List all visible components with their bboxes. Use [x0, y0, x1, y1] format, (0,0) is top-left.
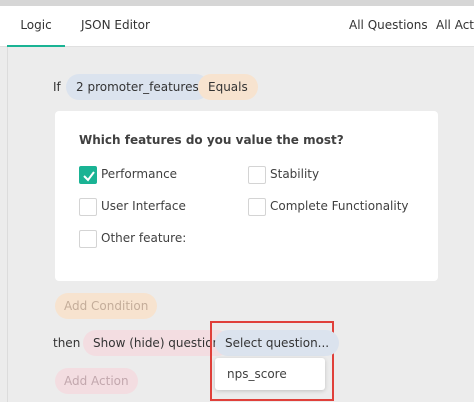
checkmark-icon — [83, 171, 95, 182]
option-label: Complete Functionality — [270, 199, 409, 213]
select-question-dropdown[interactable]: Select question... — [215, 330, 340, 356]
option-label: Other feature: — [101, 231, 187, 245]
checkbox-checked[interactable] — [79, 166, 97, 184]
dropdown-item-nps-score[interactable]: nps_score — [227, 367, 287, 381]
then-label: then — [53, 336, 81, 350]
tab-all-actions[interactable]: All Actio — [436, 6, 474, 47]
action-type-selector[interactable]: Show (hide) question — [83, 330, 231, 356]
condition-question-selector[interactable]: 2 promoter_features — [66, 74, 209, 100]
add-action-button[interactable]: Add Action — [55, 368, 138, 394]
tab-all-questions[interactable]: All Questions — [349, 6, 428, 47]
condition-operator-selector[interactable]: Equals — [198, 74, 258, 100]
question-preview-card: Which features do you value the most? Pe… — [55, 111, 438, 281]
dropdown-menu: nps_score — [215, 358, 325, 390]
if-label: If — [53, 80, 61, 94]
checkbox[interactable] — [79, 198, 97, 216]
checkbox[interactable] — [79, 230, 97, 248]
option-label: Stability — [270, 167, 320, 181]
question-title: Which features do you value the most? — [79, 133, 344, 147]
tab-bar: Logic JSON Editor All Questions All Acti… — [0, 6, 474, 47]
checkbox[interactable] — [248, 166, 266, 184]
checkbox[interactable] — [248, 198, 266, 216]
tab-json-editor[interactable]: JSON Editor — [81, 6, 150, 47]
option-label: User Interface — [101, 199, 186, 213]
option-label: Performance — [101, 167, 178, 181]
panel-left-border — [7, 47, 8, 402]
add-condition-button[interactable]: Add Condition — [55, 293, 158, 319]
tab-logic[interactable]: Logic — [7, 6, 65, 47]
